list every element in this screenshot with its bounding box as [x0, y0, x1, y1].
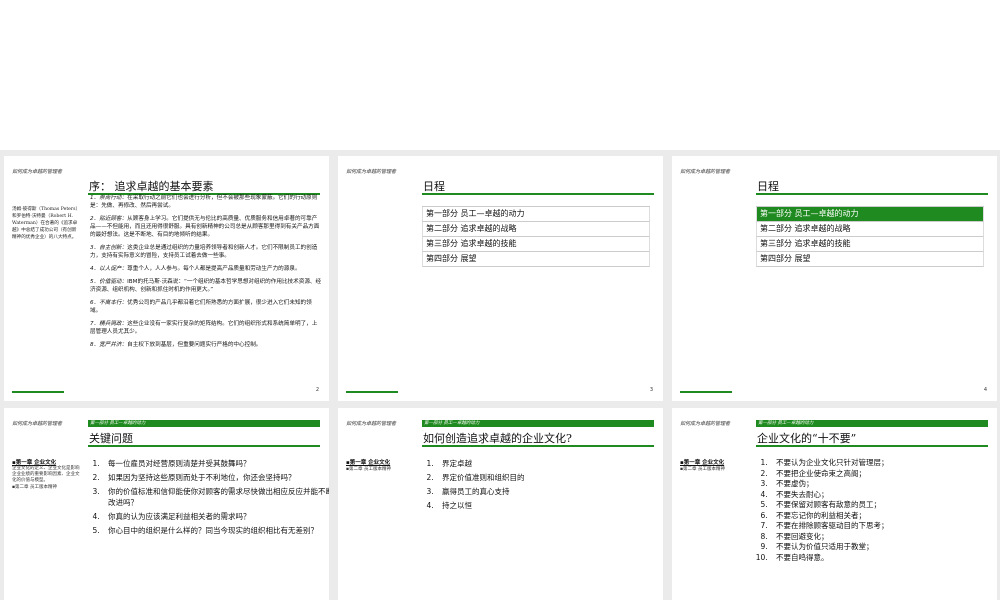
list-item: 5．价值驱动：IBM的托马斯·沃森说：“一个组织的基本哲学思想对组织的作用比技术…	[90, 279, 322, 293]
list-item: 4．以人促产：尊重个人，人人参与。每个人都是提高产品质量和劳动生产力的源泉。	[90, 266, 301, 272]
chapter-description: 企业文化的定义、企业文化是影响企业业绩的重要影响因素、企业文化的价值与模型。	[12, 466, 80, 483]
running-header: 如何成为卓越的管理者	[346, 421, 397, 427]
list-item: 不要回避变化；	[770, 532, 997, 543]
slide-title: 如何创造追求卓越的企业文化?	[423, 432, 572, 445]
chapter-sidebar: ▪第一章 企业文化 企业文化的定义、企业文化是影响企业业绩的重要影响因素、企业文…	[12, 458, 82, 490]
slide-thumbnail-5[interactable]: 如何成为卓越的管理者 第一部分 员工—卓越的动力 关键问题 ▪第一章 企业文化 …	[4, 408, 329, 600]
agenda-row: 第三部分 追求卓越的技能	[422, 237, 650, 252]
chapter-next: ▪第二章 员工版本精神	[12, 485, 57, 490]
agenda-row: 第三部分 追求卓越的技能	[756, 237, 984, 252]
side-note: 汤姆·彼得斯（Thomas Peters）和罗伯特·沃特曼（Robert H. …	[12, 207, 78, 240]
agenda-row: 第二部分 追求卓越的战略	[756, 222, 984, 237]
list-item: 不要在排除顾客驱动目的下思考；	[770, 521, 997, 532]
section-label: 第一部分 员工—卓越的动力	[758, 421, 814, 426]
question-list: 每一位雇员对经营原则清楚并受其鼓舞吗？ 如果因为坚持这些原则而处于不利地位，你还…	[88, 458, 329, 539]
list-item: 持之以恒	[436, 500, 663, 511]
title-underline	[756, 193, 988, 195]
chapter-current: ▪第一章 企业文化	[12, 460, 57, 466]
slide-title: 日程	[757, 180, 779, 193]
section-label: 第一部分 员工—卓越的动力	[424, 421, 480, 426]
list-item: 6．不离本行：优秀公司的产品几乎都沿着它们所熟悉的方面扩展，很少进入它们未知的领…	[90, 300, 312, 314]
list-item: 赢得员工的真心支持	[436, 486, 663, 497]
running-header: 如何成为卓越的管理者	[12, 421, 63, 427]
blank-top-area	[0, 0, 1000, 150]
agenda-row-highlighted: 第一部分 员工—卓越的动力	[756, 207, 984, 222]
step-list: 界定卓越 界定价值准则和组织目的 赢得员工的真心支持 持之以恒	[422, 458, 663, 514]
slide-thumbnail-6[interactable]: 如何成为卓越的管理者 第一部分 员工—卓越的动力 如何创造追求卓越的企业文化? …	[338, 408, 663, 600]
running-header: 如何成为卓越的管理者	[346, 169, 397, 175]
slide-title: 关键问题	[89, 432, 133, 445]
list-item: 不要认为价值只适用于教堂；	[770, 542, 997, 553]
chapter-current: ▪第一章 企业文化	[346, 460, 391, 466]
agenda-table: 第一部分 员工—卓越的动力 第二部分 追求卓越的战略 第三部分 追求卓越的技能 …	[422, 206, 650, 267]
list-item: 如果因为坚持这些原则而处于不利地位，你还会坚持吗？	[102, 472, 329, 483]
list-item: 不要忘记你的利益相关者；	[770, 511, 997, 522]
agenda-row: 第二部分 追求卓越的战略	[422, 222, 650, 237]
elements-list: 1．崇尚行动：在采取行动之前它们也会进行分析，但不会被那些现象蒙蔽。它们的行动原…	[90, 194, 322, 354]
page-number: 2	[315, 387, 319, 393]
title-underline	[422, 193, 654, 195]
list-item: 不要认为企业文化只针对管理层；	[770, 458, 997, 469]
list-item: 界定价值准则和组织目的	[436, 472, 663, 483]
list-item: 不要失去耐心；	[770, 490, 997, 501]
chapter-current: ▪第一章 企业文化	[680, 460, 725, 466]
footer-line	[346, 391, 398, 393]
agenda-row: 第四部分 展望	[756, 252, 984, 267]
running-header: 如何成为卓越的管理者	[680, 421, 731, 427]
dont-list: 不要认为企业文化只针对管理层； 不要把企业使命束之高阁； 不要虚伪； 不要失去耐…	[756, 458, 997, 563]
section-label: 第一部分 员工—卓越的动力	[90, 421, 146, 426]
page-number: 4	[983, 387, 987, 393]
slide-thumbnail-3[interactable]: 如何成为卓越的管理者 日程 第一部分 员工—卓越的动力 第二部分 追求卓越的战略…	[338, 156, 663, 401]
list-item: 你的价值标准和信仰能使你对顾客的需求尽快做出相应反应并能不断改进吗？	[102, 486, 329, 508]
list-item: 不要虚伪；	[770, 479, 997, 490]
slide-thumbnail-2[interactable]: 如何成为卓越的管理者 序： 追求卓越的基本要素 汤姆·彼得斯（Thomas Pe…	[4, 156, 329, 401]
slide-thumbnail-4[interactable]: 如何成为卓越的管理者 日程 第一部分 员工—卓越的动力 第二部分 追求卓越的战略…	[672, 156, 997, 401]
agenda-table: 第一部分 员工—卓越的动力 第二部分 追求卓越的战略 第三部分 追求卓越的技能 …	[756, 206, 984, 267]
title-underline	[88, 445, 320, 447]
title-underline	[756, 445, 988, 447]
slide-title: 序： 追求卓越的基本要素	[89, 180, 214, 193]
list-item: 你真的认为应该满足利益相关者的需求吗？	[102, 511, 329, 522]
chapter-next: ▪第二章 员工版本精神	[680, 467, 725, 472]
list-item: 不要自鸣得意。	[770, 553, 997, 564]
slide-title: 日程	[423, 180, 445, 193]
footer-line	[12, 391, 64, 393]
agenda-row: 第一部分 员工—卓越的动力	[422, 207, 650, 222]
slide-title: 企业文化的“十不要”	[757, 432, 857, 445]
running-header: 如何成为卓越的管理者	[680, 169, 731, 175]
page-number: 3	[649, 387, 653, 393]
list-item: 3．自主创新：这类企业总是通过组织的力量培养领导者和创新人才。它们不限制员工的创…	[90, 245, 318, 259]
list-item: 界定卓越	[436, 458, 663, 469]
slide-thumbnail-7[interactable]: 如何成为卓越的管理者 第一部分 员工—卓越的动力 企业文化的“十不要” ▪第一章…	[672, 408, 997, 600]
list-item: 8．宽严并济：自主权下放到基层，但重要问题实行严格的中心控制。	[90, 342, 262, 348]
list-item: 不要把企业使命束之高阁；	[770, 469, 997, 480]
list-item: 每一位雇员对经营原则清楚并受其鼓舞吗？	[102, 458, 329, 469]
list-item: 你心目中的组织是什么样的？同当今现实的组织相比有无差别？	[102, 525, 329, 536]
list-item: 2．贴近顾客：从顾客身上学习。它们提供无与伦比的高质量、优质服务和信用卓著的可靠…	[90, 216, 320, 238]
list-item: 1．崇尚行动：在采取行动之前它们也会进行分析，但不会被那些现象蒙蔽。它们的行动原…	[90, 195, 318, 209]
chapter-sidebar: ▪第一章 企业文化 ▪第二章 员工版本精神	[680, 458, 750, 472]
chapter-next: ▪第二章 员工版本精神	[346, 467, 391, 472]
agenda-row: 第四部分 展望	[422, 252, 650, 267]
footer-line	[680, 391, 732, 393]
title-underline	[422, 445, 654, 447]
running-header: 如何成为卓越的管理者	[12, 169, 63, 175]
chapter-sidebar: ▪第一章 企业文化 ▪第二章 员工版本精神	[346, 458, 416, 472]
list-item: 不要保留对顾客有敌意的员工；	[770, 500, 997, 511]
list-item: 7．精兵简政：这些企业没有一家实行复杂的矩阵结构。它们的组织形式和系统简单明了，…	[90, 321, 318, 335]
